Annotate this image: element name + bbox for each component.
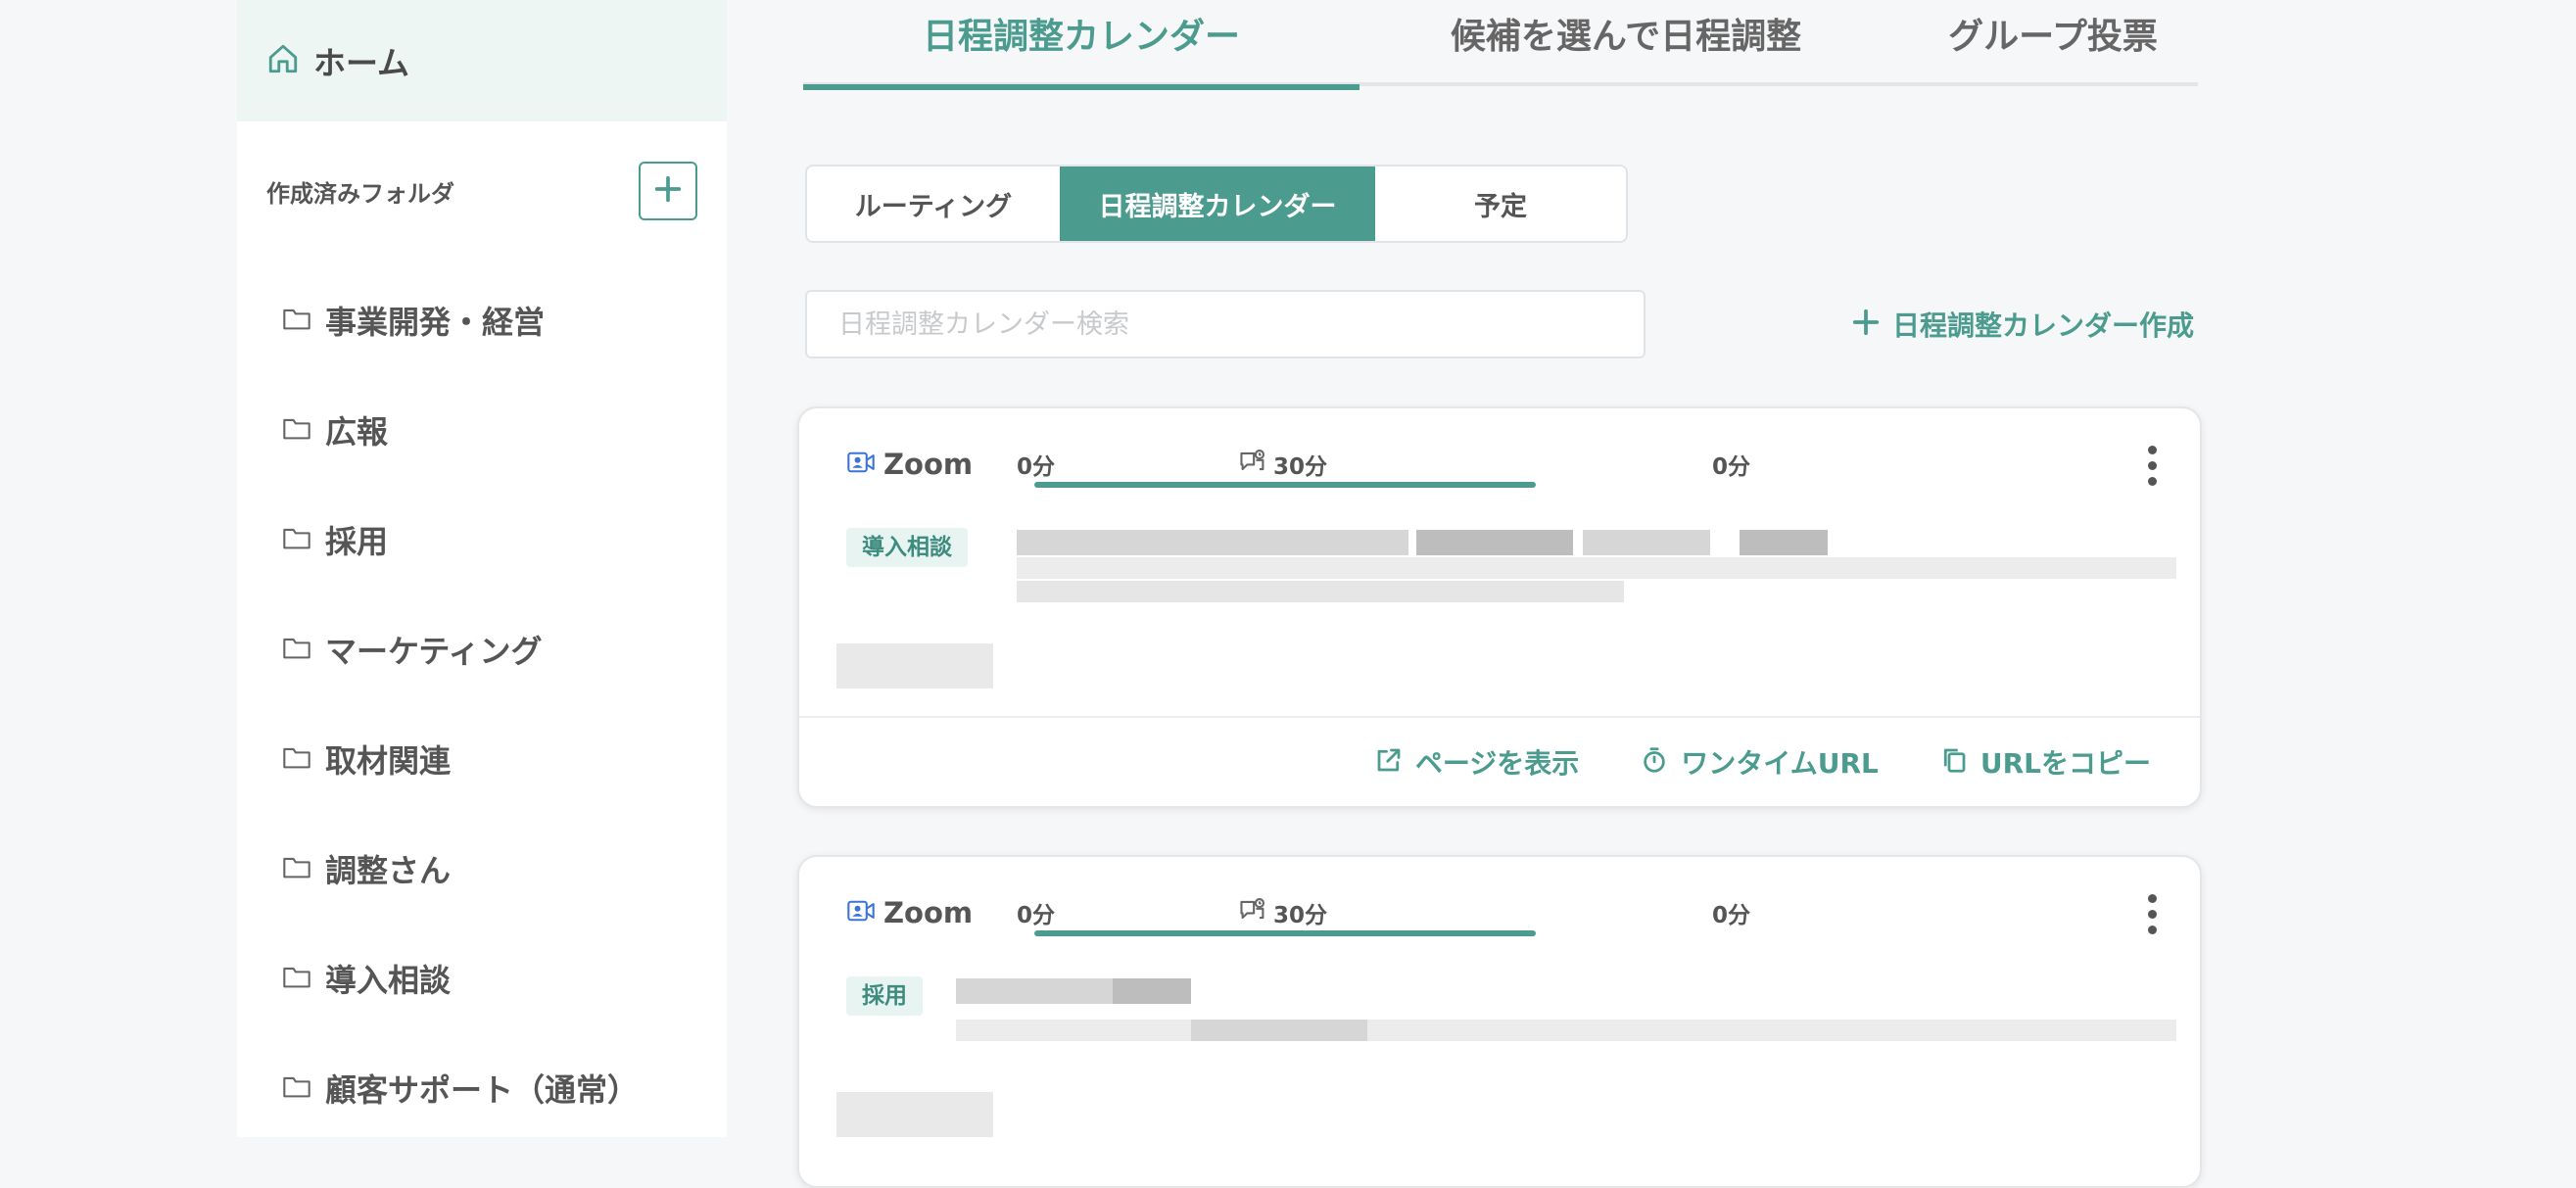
view-page-label: ページを表示 (1414, 747, 1580, 780)
calendar-card: Zoom 0分 30分 0分 採用 (797, 855, 2202, 1188)
duration-label: 30分 (1273, 903, 1328, 928)
folder-icon (282, 723, 311, 774)
folder-item[interactable]: 広報 (282, 394, 727, 503)
after-buffer: 0分 (1712, 903, 1751, 928)
duration-label: 30分 (1273, 454, 1328, 480)
meeting-duration: 30分 (1238, 896, 1327, 929)
video-icon (846, 450, 876, 479)
platform-label: Zoom (883, 896, 974, 929)
tab-candidate-scheduling[interactable]: 候補を選んで日程調整 (1410, 0, 1841, 86)
folder-item[interactable]: 調整さん (282, 832, 727, 942)
copy-url-label: URLをコピー (1980, 747, 2151, 780)
before-buffer: 0分 (1017, 903, 1056, 928)
folder-icon (282, 503, 311, 554)
redacted-title (1583, 530, 1710, 555)
meeting-duration: 30分 (1238, 448, 1327, 481)
before-buffer: 0分 (1017, 454, 1056, 480)
folder-item[interactable]: 取材関連 (282, 723, 727, 832)
redacted-description (956, 1020, 2176, 1041)
redacted-description (1017, 581, 1624, 602)
external-link-icon (1374, 745, 1404, 779)
plus-icon (1851, 308, 1881, 341)
redacted-description (1017, 557, 2176, 579)
folder-header-label: 作成済みフォルダ (266, 179, 454, 208)
after-buffer: 0分 (1712, 454, 1751, 480)
tab-scheduling-calendar[interactable]: 日程調整カレンダー (803, 0, 1360, 90)
redacted-title (1740, 530, 1828, 555)
folder-label: 顧客サポート（通常） (325, 1071, 640, 1109)
sidebar: ホーム 作成済みフォルダ 事業開発・経営 広報 採用 マーケティング 取材関連 (237, 0, 727, 1137)
folder-tag: 採用 (846, 976, 923, 1016)
segment-events[interactable]: 予定 (1375, 166, 1626, 241)
segment-scheduling-calendar[interactable]: 日程調整カレンダー (1060, 166, 1375, 241)
add-folder-button[interactable] (639, 162, 697, 220)
folder-icon (282, 394, 311, 445)
folder-label: 事業開発・経営 (325, 304, 546, 341)
folder-icon (282, 942, 311, 993)
folder-label: 採用 (325, 523, 389, 560)
timer-icon (1640, 745, 1669, 779)
folder-tag: 導入相談 (846, 528, 968, 567)
folder-item[interactable]: 導入相談 (282, 942, 727, 1052)
folder-item[interactable]: マーケティング (282, 613, 727, 723)
tab-group-vote[interactable]: グループ投票 (1908, 0, 2198, 86)
folder-icon (282, 284, 311, 335)
folder-item[interactable]: 顧客サポート（通常） (282, 1052, 727, 1162)
more-vertical-icon[interactable] (2145, 446, 2159, 489)
create-calendar-button[interactable]: 日程調整カレンダー作成 (1851, 300, 2194, 349)
folder-icon (282, 832, 311, 883)
redacted-title (1017, 530, 1408, 555)
meeting-platform: Zoom (846, 896, 973, 929)
folder-header: 作成済みフォルダ (266, 161, 697, 221)
plus-icon (651, 172, 685, 210)
folder-list: 事業開発・経営 広報 採用 マーケティング 取材関連 調整さん 導入相談 顧客サ… (282, 284, 727, 1162)
folder-label: 導入相談 (325, 962, 452, 999)
view-segmented-control: ルーティング 日程調整カレンダー 予定 (805, 165, 1628, 243)
calendar-card: Zoom 0分 30分 0分 導入相談 ページを表示 ワンタイムURL URLを… (797, 406, 2202, 808)
home-label: ホーム (313, 44, 410, 82)
search-input[interactable] (805, 290, 1646, 358)
chat-clock-icon (1238, 896, 1273, 929)
redacted-description (1191, 1020, 1367, 1041)
home-icon (266, 42, 300, 79)
segment-routing[interactable]: ルーティング (807, 166, 1060, 241)
sidebar-home[interactable]: ホーム (237, 0, 727, 121)
folder-label: 広報 (325, 413, 389, 451)
redacted-title (1416, 530, 1573, 555)
redacted-title (1113, 978, 1191, 1004)
folder-icon (282, 1052, 311, 1103)
folder-label: マーケティング (325, 633, 543, 670)
duration-timeline (1034, 930, 1536, 936)
redacted-meta (836, 643, 993, 689)
folder-item[interactable]: 事業開発・経営 (282, 284, 727, 394)
duration-timeline (1034, 482, 1536, 488)
folder-label: 調整さん (325, 852, 452, 889)
one-time-url-button[interactable]: ワンタイムURL (1640, 742, 1879, 782)
meeting-platform: Zoom (846, 448, 973, 481)
more-vertical-icon[interactable] (2145, 894, 2159, 937)
folder-icon (282, 613, 311, 664)
video-icon (846, 898, 876, 927)
copy-url-button[interactable]: URLをコピー (1939, 742, 2151, 782)
one-time-url-label: ワンタイムURL (1681, 747, 1879, 780)
view-page-button[interactable]: ページを表示 (1374, 742, 1579, 782)
card-footer: ページを表示 ワンタイムURL URLをコピー (799, 716, 2200, 806)
redacted-meta (836, 1092, 993, 1137)
top-tabs: 日程調整カレンダー 候補を選んで日程調整 グループ投票 (803, 0, 2198, 90)
platform-label: Zoom (883, 448, 974, 481)
chat-clock-icon (1238, 448, 1273, 481)
folder-label: 取材関連 (325, 742, 452, 780)
folder-item[interactable]: 採用 (282, 503, 727, 613)
copy-icon (1939, 745, 1969, 779)
create-calendar-label: 日程調整カレンダー作成 (1891, 309, 2194, 342)
